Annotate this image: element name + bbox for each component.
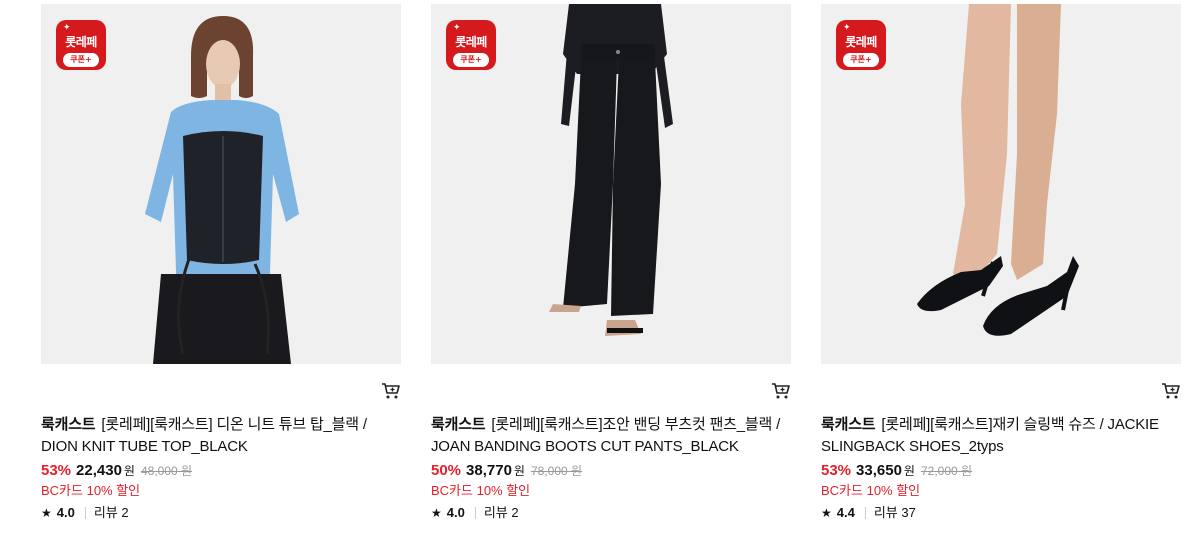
currency: 원 xyxy=(903,464,915,478)
sale-price: 38,770 xyxy=(466,462,512,479)
review-count[interactable]: 리뷰 2 xyxy=(94,504,129,522)
rating-score: 4.4 xyxy=(836,505,855,520)
badge-coupon-text: 쿠폰+ xyxy=(843,53,879,67)
review-count[interactable]: 리뷰 37 xyxy=(874,504,916,522)
currency: 원 xyxy=(123,464,135,478)
discount-rate: 53% xyxy=(41,462,72,479)
rating-row: ★ 4.0 리뷰 2 xyxy=(431,504,791,522)
star-icon: ★ xyxy=(431,506,442,520)
product-title[interactable]: 룩캐스트 [롯레페][룩캐스트]재키 슬링백 슈즈 / JACKIE SLINGB… xyxy=(821,414,1181,458)
original-price: 48,000 원 xyxy=(140,464,193,478)
star-icon: ★ xyxy=(41,506,52,520)
discount-rate: 53% xyxy=(821,462,852,479)
product-title[interactable]: 룩캐스트 [롯레페][룩캐스트]조안 밴딩 부츠컷 팬츠_블랙 / JOAN BA… xyxy=(431,414,791,458)
product-card[interactable]: ✦ 롯레페 쿠폰+ 룩캐스트 [롯레페][룩캐스트]재키 슬링백 슈즈 / JAC… xyxy=(821,0,1181,520)
cart-icon[interactable] xyxy=(1161,382,1181,400)
star-icon: ★ xyxy=(821,506,832,520)
card-discount-promo: BC카드 10% 할인 xyxy=(431,483,531,498)
cart-icon[interactable] xyxy=(771,382,791,400)
badge-coupon-text: 쿠폰+ xyxy=(63,53,99,67)
sale-price: 22,430 xyxy=(76,462,122,479)
lotte-fair-coupon-badge: ✦ 롯레페 쿠폰+ xyxy=(56,20,106,70)
original-price: 78,000 원 xyxy=(530,464,583,478)
original-price: 72,000 원 xyxy=(920,464,973,478)
price-row: 53% 22,430 원 48,000 원 xyxy=(41,461,401,481)
divider xyxy=(474,507,476,519)
price-row: 53% 33,650 원 72,000 원 xyxy=(821,461,1181,481)
product-brand: 룩캐스트 xyxy=(41,416,96,433)
sale-price: 33,650 xyxy=(856,462,902,479)
rating-score: 4.0 xyxy=(56,505,75,520)
badge-brand-text: 롯레페 xyxy=(65,35,97,49)
cart-icon[interactable] xyxy=(381,382,401,400)
product-card[interactable]: ✦ 롯레페 쿠폰+ 룩캐스트 [롯레페][룩캐스트] 디온 니트 튜브 탑_블랙 … xyxy=(41,0,401,520)
badge-brand-text: 롯레페 xyxy=(845,35,877,49)
discount-rate: 50% xyxy=(431,462,462,479)
sparkle-icon: ✦ xyxy=(843,22,851,32)
product-brand: 룩캐스트 xyxy=(821,416,876,433)
lotte-fair-coupon-badge: ✦ 롯레페 쿠폰+ xyxy=(836,20,886,70)
sparkle-icon: ✦ xyxy=(453,22,461,32)
sparkle-icon: ✦ xyxy=(63,22,71,32)
rating-score: 4.0 xyxy=(446,505,465,520)
card-discount-promo: BC카드 10% 할인 xyxy=(821,483,921,498)
badge-coupon-text: 쿠폰+ xyxy=(453,53,489,67)
divider xyxy=(84,507,86,519)
badge-brand-text: 롯레페 xyxy=(455,35,487,49)
rating-row: ★ 4.4 리뷰 37 xyxy=(821,504,1181,522)
review-count[interactable]: 리뷰 2 xyxy=(484,504,519,522)
product-image[interactable]: ✦ 롯레페 쿠폰+ xyxy=(821,4,1181,364)
divider xyxy=(864,507,866,519)
product-card[interactable]: ✦ 롯레페 쿠폰+ 룩캐스트 [롯레페][룩캐스트]조안 밴딩 부츠컷 팬츠_블랙… xyxy=(431,0,791,520)
price-row: 50% 38,770 원 78,000 원 xyxy=(431,461,791,481)
product-title[interactable]: 룩캐스트 [롯레페][룩캐스트] 디온 니트 튜브 탑_블랙 / DION KNI… xyxy=(41,414,401,458)
product-brand: 룩캐스트 xyxy=(431,416,486,433)
lotte-fair-coupon-badge: ✦ 롯레페 쿠폰+ xyxy=(446,20,496,70)
product-image[interactable]: ✦ 롯레페 쿠폰+ xyxy=(431,4,791,364)
product-image[interactable]: ✦ 롯레페 쿠폰+ xyxy=(41,4,401,364)
card-discount-promo: BC카드 10% 할인 xyxy=(41,483,141,498)
currency: 원 xyxy=(513,464,525,478)
rating-row: ★ 4.0 리뷰 2 xyxy=(41,504,401,522)
